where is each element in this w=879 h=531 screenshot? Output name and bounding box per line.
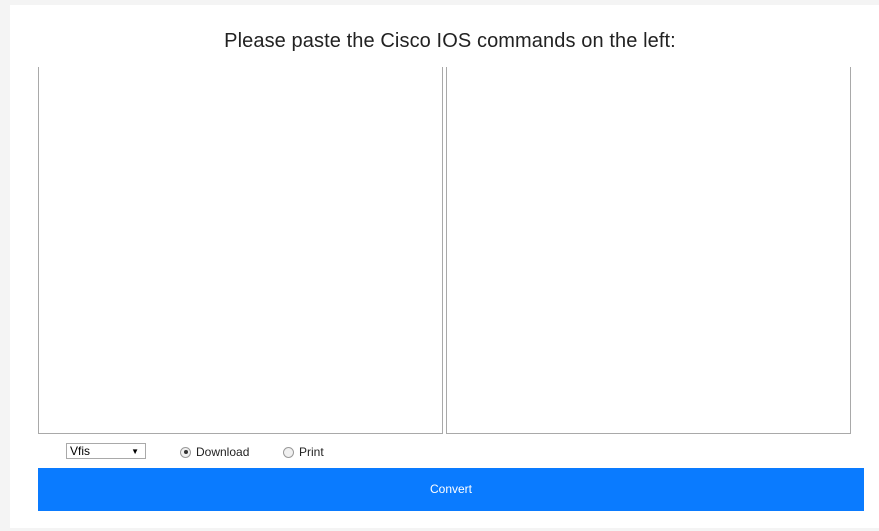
print-option[interactable]: Print — [283, 444, 324, 460]
page: Please paste the Cisco IOS commands on t… — [0, 0, 879, 531]
options-bar: Vfis ▼ Download Print — [0, 442, 879, 462]
convert-button[interactable]: Convert — [38, 468, 864, 511]
output-textarea[interactable] — [446, 67, 851, 434]
download-option[interactable]: Download — [180, 444, 249, 460]
download-label: Download — [196, 445, 250, 459]
format-select[interactable]: Vfis ▼ — [66, 443, 146, 459]
print-label: Print — [299, 445, 324, 459]
page-title: Please paste the Cisco IOS commands on t… — [224, 30, 676, 52]
format-select-value: Vfis — [70, 444, 91, 458]
download-radio[interactable] — [180, 446, 191, 458]
print-radio[interactable] — [283, 446, 294, 458]
chevron-down-icon: ▼ — [131, 447, 139, 456]
input-textarea[interactable] — [38, 67, 443, 434]
